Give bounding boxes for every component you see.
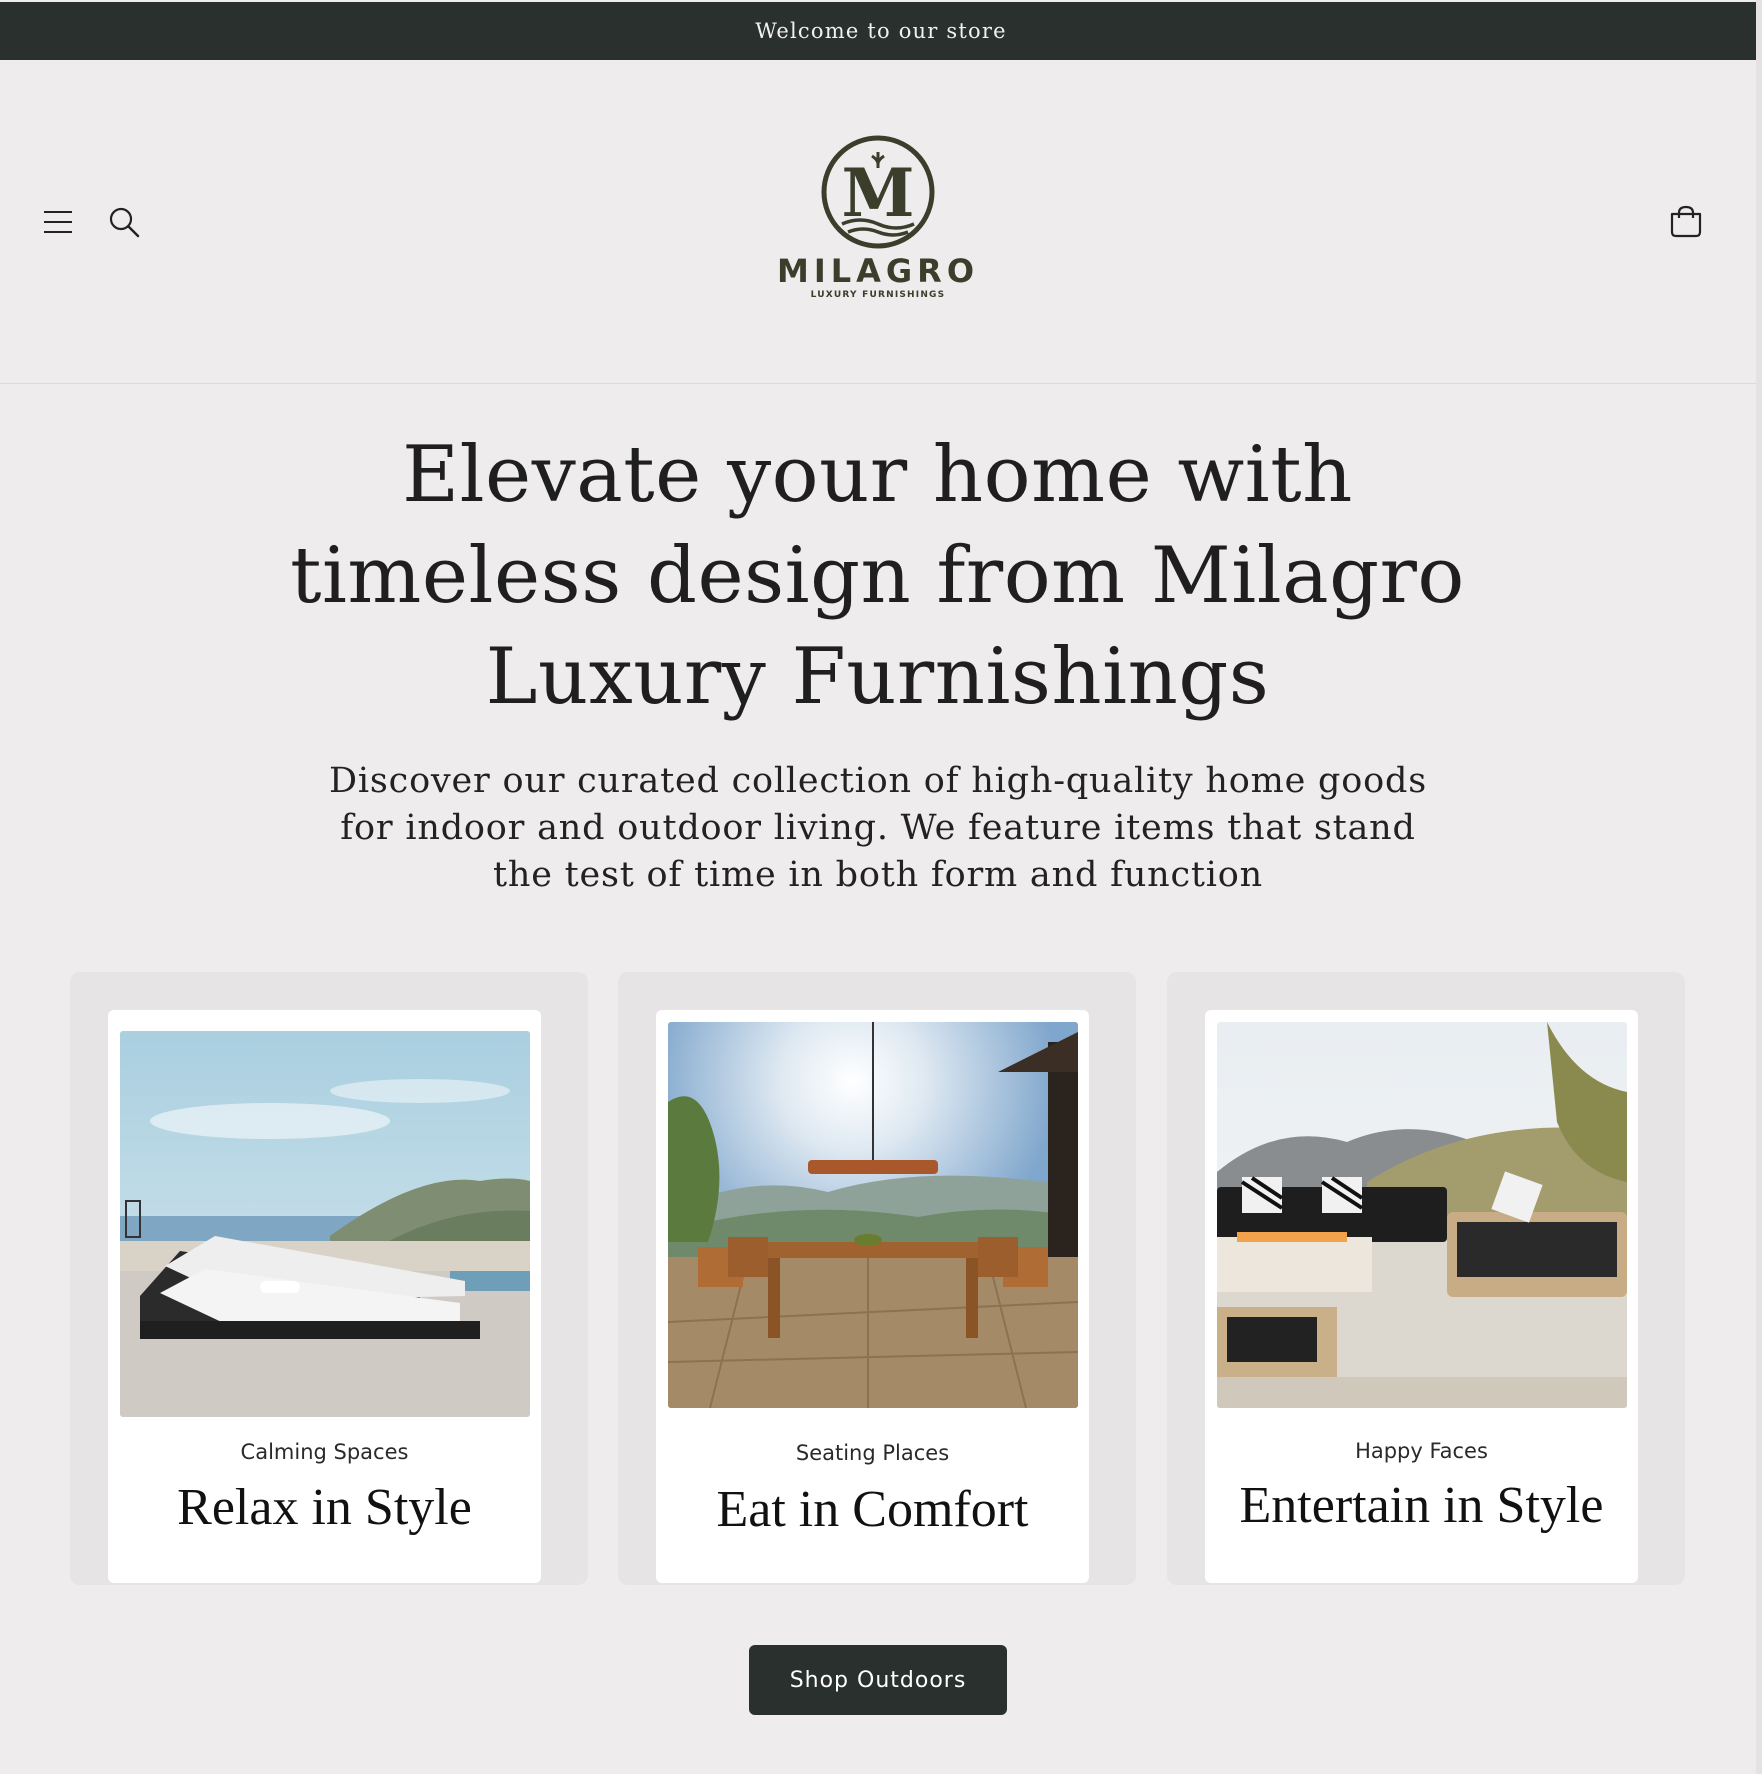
collection-card-entertain[interactable]: Happy Faces Entertain in Style xyxy=(1167,972,1685,1585)
hero-title-line: timeless design from Milagro xyxy=(290,531,1465,621)
card-eyebrow: Seating Places xyxy=(795,1441,950,1465)
card-content[interactable]: Happy Faces Entertain in Style xyxy=(1205,1010,1638,1583)
card-image-lounge xyxy=(120,1031,530,1417)
logo-wordmark: MILAGRO xyxy=(777,252,980,290)
hero-title-line: Luxury Furnishings xyxy=(485,632,1270,722)
card-heading: Entertain in Style xyxy=(1239,1477,1604,1534)
hero-subtitle-line: Discover our curated collection of high-… xyxy=(329,761,1427,801)
hero-title: Elevate your home with timeless design f… xyxy=(230,425,1525,728)
cart-icon[interactable] xyxy=(1662,198,1710,246)
card-heading: Eat in Comfort xyxy=(716,1481,1029,1538)
card-heading: Relax in Style xyxy=(177,1479,472,1536)
hero-subtitle: Discover our curated collection of high-… xyxy=(290,758,1466,899)
site-header: M MILAGRO LUXURY FURNISHINGS xyxy=(0,60,1762,384)
milagro-logo[interactable]: M MILAGRO LUXURY FURNISHINGS xyxy=(777,134,980,314)
logo-tagline: LUXURY FURNISHINGS xyxy=(810,290,946,300)
card-image-sofa xyxy=(1217,1022,1627,1408)
card-eyebrow: Happy Faces xyxy=(1355,1439,1488,1463)
hero-title-line: Elevate your home with xyxy=(402,430,1353,520)
collection-card-relax[interactable]: Calming Spaces Relax in Style xyxy=(70,972,588,1585)
collection-card-eat[interactable]: Seating Places Eat in Comfort xyxy=(618,972,1136,1585)
search-icon[interactable] xyxy=(102,200,146,244)
announcement-bar: Welcome to our store xyxy=(0,2,1762,60)
announcement-text: Welcome to our store xyxy=(755,19,1007,43)
hamburger-menu-icon[interactable] xyxy=(36,200,80,244)
card-eyebrow: Calming Spaces xyxy=(240,1440,409,1464)
page-edge xyxy=(1756,0,1762,1774)
card-content[interactable]: Seating Places Eat in Comfort xyxy=(656,1010,1089,1583)
card-image-dining xyxy=(668,1022,1078,1408)
hero-subtitle-line: the test of time in both form and functi… xyxy=(492,855,1263,895)
hero-subtitle-line: for indoor and outdoor living. We featur… xyxy=(340,808,1416,848)
card-content[interactable]: Calming Spaces Relax in Style xyxy=(108,1010,541,1583)
shop-outdoors-button[interactable]: Shop Outdoors xyxy=(749,1645,1007,1715)
logo-emblem: M xyxy=(821,135,935,249)
